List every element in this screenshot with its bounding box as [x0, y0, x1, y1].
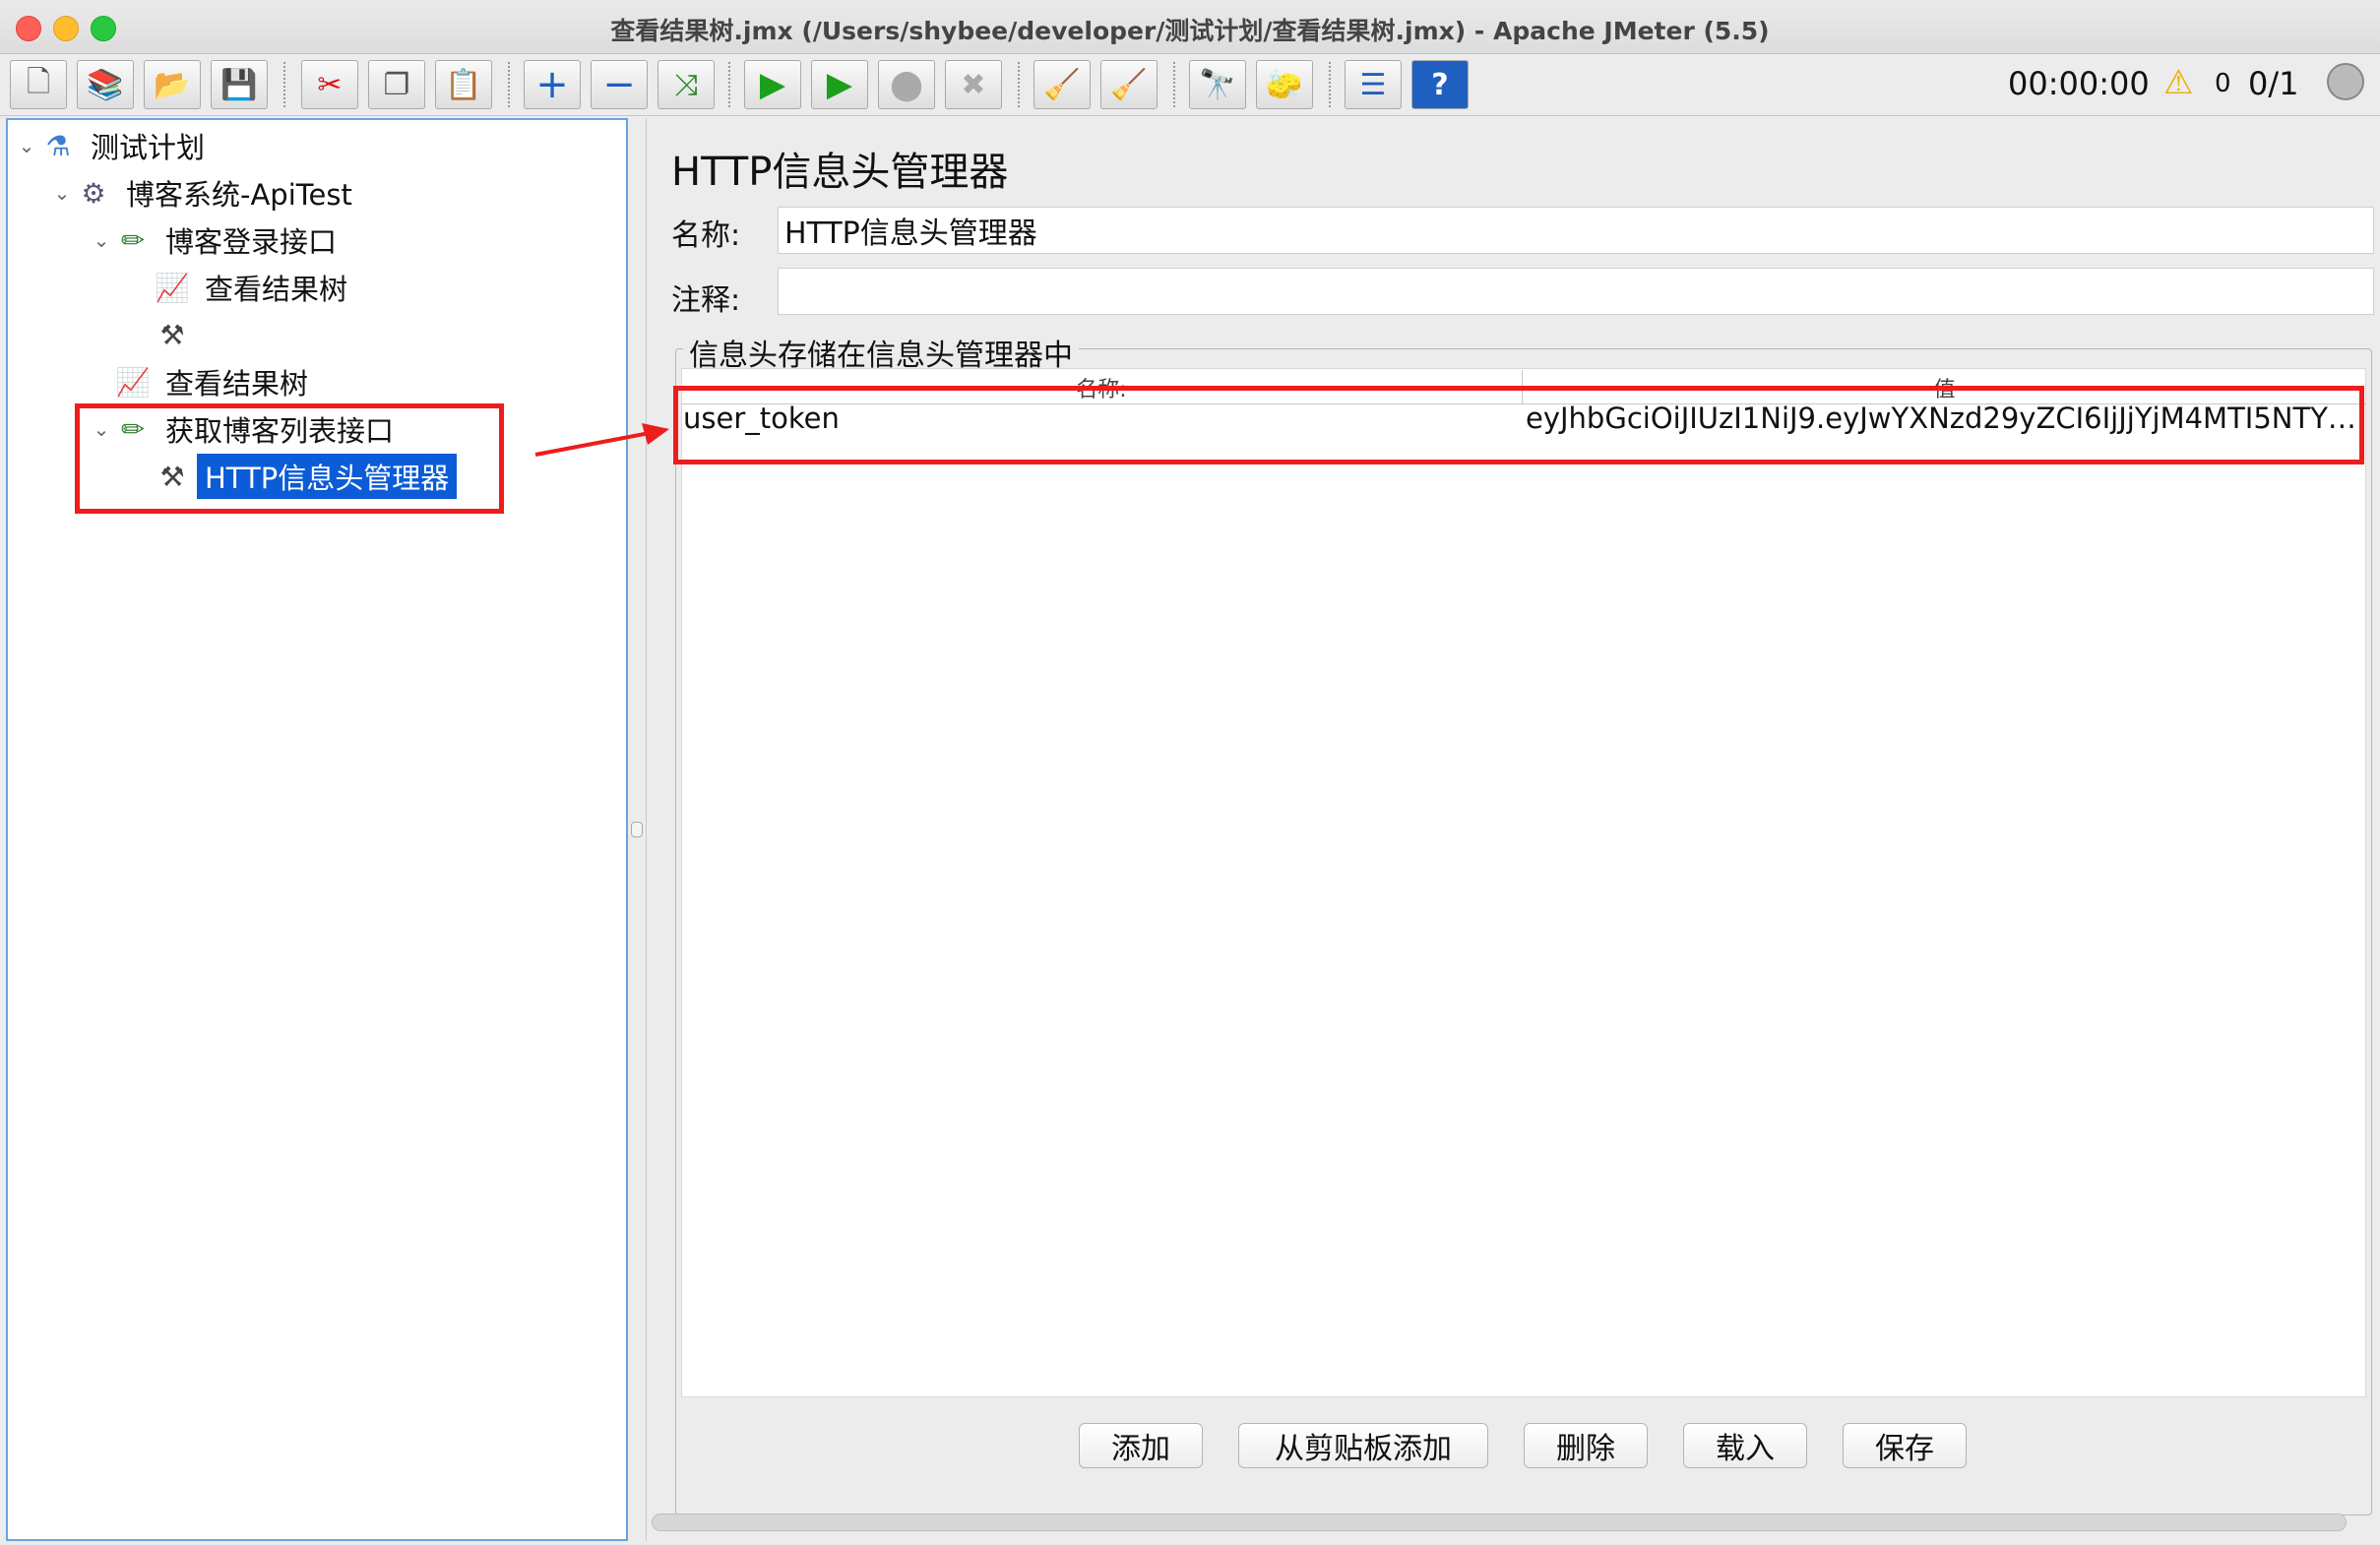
graph-icon: 📈	[155, 271, 190, 304]
templates-button[interactable]: 📚	[77, 60, 134, 109]
toolbar-separator	[508, 62, 510, 107]
elapsed-time: 00:00:00	[2008, 65, 2150, 102]
page-title: HTTP信息头管理器	[671, 150, 1009, 195]
function-helper-button[interactable]: ☰	[1345, 60, 1402, 109]
new-button[interactable]: 🗋	[10, 60, 67, 109]
search-icon: 🔭	[1199, 67, 1236, 102]
help-button[interactable]: ?	[1411, 60, 1469, 109]
annotation-arrow	[534, 423, 669, 457]
help-icon: ?	[1431, 67, 1449, 102]
start-no-pause-button[interactable]: ▶	[811, 60, 868, 109]
start-icon: ▶	[759, 65, 786, 104]
tree-node-label	[197, 333, 213, 337]
copy-button[interactable]: ❐	[368, 60, 425, 109]
search-button[interactable]: 🔭	[1189, 60, 1246, 109]
tree-node-login-sampler[interactable]: ⌄ ✎ 博客登录接口	[89, 218, 344, 262]
tree-node-label: 博客系统-ApiTest	[126, 178, 352, 212]
toolbar-separator	[728, 62, 730, 107]
open-button[interactable]: 📂	[144, 60, 201, 109]
clear-button[interactable]: 🧹	[1033, 60, 1091, 109]
name-label: 名称:	[671, 218, 741, 253]
expand-icon: +	[535, 62, 569, 107]
chevron-down-icon[interactable]: ⌄	[14, 134, 39, 157]
toolbar-separator	[1329, 62, 1331, 107]
flask-icon: ⚗	[45, 129, 71, 162]
tree-node-label: 查看结果树	[165, 367, 309, 401]
toggle-icon: ⤨	[674, 67, 698, 102]
toolbar-separator	[1173, 62, 1175, 107]
tree-node-results-tree[interactable]: 📈 查看结果树	[114, 360, 316, 403]
paste-icon: 📋	[445, 67, 482, 102]
tools-icon: ⚒	[159, 318, 185, 351]
function-helper-icon: ☰	[1359, 67, 1387, 102]
tree-node-thread-group[interactable]: ⌄ ⚙ 博客系统-ApiTest	[49, 171, 360, 215]
start-button[interactable]: ▶	[744, 60, 801, 109]
load-button[interactable]: 载入	[1683, 1423, 1807, 1468]
window-title: 查看结果树.jmx (/Users/shybee/developer/测试计划/…	[610, 17, 1770, 45]
test-plan-tree[interactable]	[6, 118, 628, 1541]
paste-button[interactable]: 📋	[435, 60, 492, 109]
toolbar-separator	[283, 62, 285, 107]
run-status-icon	[2327, 63, 2364, 100]
annotation-box	[75, 403, 504, 514]
tree-node-test-plan[interactable]: ⌄ ⚗ 测试计划	[14, 124, 213, 167]
cut-button[interactable]: ✂	[301, 60, 358, 109]
shutdown-icon: ✖	[961, 67, 986, 102]
name-field[interactable]: HTTP信息头管理器	[778, 207, 2374, 254]
save-button[interactable]: 保存	[1843, 1423, 1967, 1468]
save-icon: 💾	[220, 67, 258, 102]
templates-icon: 📚	[87, 67, 124, 102]
reset-search-button[interactable]: 🧽	[1256, 60, 1313, 109]
tree-node-label: 查看结果树	[205, 273, 348, 306]
tree-node-label: 博客登录接口	[165, 225, 338, 259]
warning-count: 0	[2215, 69, 2231, 98]
tree-node-label: 测试计划	[91, 131, 206, 164]
clear-all-button[interactable]: 🧹	[1100, 60, 1158, 109]
name-field-value: HTTP信息头管理器	[784, 216, 1037, 251]
reset-search-icon: 🧽	[1266, 67, 1303, 102]
cut-icon: ✂	[317, 67, 343, 102]
title-bar: 查看结果树.jmx (/Users/shybee/developer/测试计划/…	[0, 0, 2380, 54]
gear-icon: ⚙	[81, 176, 106, 210]
stop-icon: ⬤	[890, 67, 923, 102]
graph-icon: 📈	[115, 365, 151, 399]
toggle-button[interactable]: ⤨	[658, 60, 715, 109]
http-sampler-icon: ✎	[113, 220, 153, 260]
tree-node-results-tree[interactable]: 📈 查看结果树	[154, 266, 355, 309]
stop-button[interactable]: ⬤	[878, 60, 935, 109]
collapse-icon: −	[602, 62, 636, 107]
horizontal-scrollbar[interactable]	[652, 1514, 2347, 1531]
start-no-pause-icon: ▶	[826, 65, 853, 104]
warning-icon[interactable]: ⚠	[2163, 63, 2193, 102]
delete-button[interactable]: 删除	[1524, 1423, 1648, 1468]
copy-icon: ❐	[383, 67, 410, 102]
add-button[interactable]: 添加	[1079, 1423, 1203, 1468]
new-icon: 🗋	[26, 64, 51, 99]
collapse-button[interactable]: −	[591, 60, 648, 109]
annotation-box	[673, 386, 2364, 464]
clear-icon: 🧹	[1043, 67, 1081, 102]
shutdown-button[interactable]: ✖	[945, 60, 1002, 109]
clear-all-icon: 🧹	[1110, 67, 1148, 102]
add-from-clipboard-button[interactable]: 从剪贴板添加	[1238, 1423, 1488, 1468]
splitter-handle[interactable]	[631, 822, 643, 837]
open-icon: 📂	[154, 67, 191, 102]
tree-node-config-element[interactable]: ⚒	[154, 313, 213, 356]
comment-label: 注释:	[671, 283, 741, 318]
chevron-down-icon[interactable]: ⌄	[49, 181, 75, 205]
save-button[interactable]: 💾	[211, 60, 268, 109]
headers-table[interactable]	[681, 368, 2366, 1397]
active-threads: 0/1	[2248, 65, 2299, 102]
expand-button[interactable]: +	[524, 60, 581, 109]
toolbar-separator	[1018, 62, 1020, 107]
comment-field[interactable]	[778, 268, 2374, 315]
